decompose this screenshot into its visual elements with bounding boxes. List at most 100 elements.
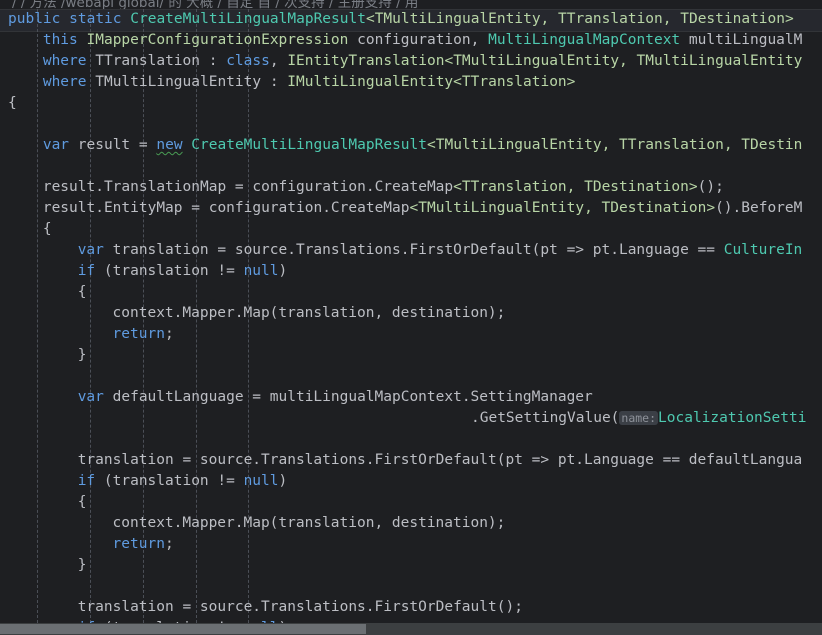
code-line[interactable]: {: [0, 492, 822, 513]
token: IMultiLingualEntity: [287, 74, 454, 90]
code-line[interactable]: var result = new CreateMultiLingualMapRe…: [0, 135, 822, 156]
code-line[interactable]: public static CreateMultiLingualMapResul…: [0, 9, 822, 32]
code-line-text: {: [0, 492, 87, 513]
clipped-comment-text: / / 方法 /webapi global/ 的 大概 / 自定 自 / 次支持…: [12, 0, 419, 9]
token: <: [453, 179, 462, 195]
editor-window: / / 方法 /webapi global/ 的 大概 / 自定 自 / 次支持…: [0, 0, 822, 635]
code-line[interactable]: context.Mapper.Map(translation, destinat…: [0, 303, 822, 324]
code-line[interactable]: return;: [0, 534, 822, 555]
code-line[interactable]: if (translation != null): [0, 471, 822, 492]
code-line[interactable]: [0, 114, 822, 135]
token: ): [278, 473, 288, 489]
code-line[interactable]: [0, 366, 822, 387]
token: TMultiLingualEntity, TMultiLingualEntity: [453, 53, 803, 69]
code-line[interactable]: translation = source.Translations.FirstO…: [0, 597, 822, 618]
code-line[interactable]: translation = source.Translations.FirstO…: [0, 450, 822, 471]
token: configuration,: [348, 32, 489, 48]
token: .GetSettingValue(: [471, 410, 620, 426]
code-line-text: {: [0, 93, 17, 114]
token: return: [112, 536, 165, 552]
token: CreateMultiLingualMapResult: [130, 11, 366, 27]
token: name:: [619, 411, 659, 425]
code-line[interactable]: .GetSettingValue(name: LocalizationSetti: [0, 408, 822, 429]
code-line[interactable]: var translation = source.Translations.Fi…: [0, 240, 822, 261]
token: <: [453, 74, 462, 90]
token: ;: [164, 536, 174, 552]
token: if: [78, 620, 95, 623]
code-line[interactable]: }: [0, 345, 822, 366]
token: CreateMultiLingualMapResult: [191, 137, 427, 153]
token: (translation !=: [95, 473, 244, 489]
code-line[interactable]: result.EntityMap = configuration.CreateM…: [0, 198, 822, 219]
code-line[interactable]: where TTranslation : class, IEntityTrans…: [0, 51, 822, 72]
token: {: [77, 284, 87, 300]
token: }: [77, 347, 87, 363]
token: }: [77, 557, 87, 573]
token: var: [77, 242, 104, 258]
code-line-text: var result = new CreateMultiLingualMapRe…: [0, 135, 803, 156]
code-line-text: if (translation != null): [0, 261, 288, 282]
code-line[interactable]: {: [0, 93, 822, 114]
token: this: [42, 32, 78, 48]
token: >: [566, 74, 576, 90]
token: var: [77, 389, 104, 405]
code-line-text: return;: [0, 534, 174, 555]
token: var: [42, 137, 70, 153]
code-viewport[interactable]: public static CreateMultiLingualMapResul…: [0, 9, 822, 623]
token: >: [785, 11, 794, 27]
code-line[interactable]: var defaultLanguage = multiLingualMapCon…: [0, 387, 822, 408]
token: >: [688, 179, 698, 195]
token: where: [42, 74, 87, 90]
code-line[interactable]: this IMapperConfigurationExpression conf…: [0, 30, 822, 51]
token: static: [69, 11, 122, 27]
code-line[interactable]: [0, 156, 822, 177]
token: where: [42, 53, 87, 69]
code-line-text: where TMultiLingualEntity : IMultiLingua…: [0, 72, 576, 93]
code-line-text: translation = source.Translations.FirstO…: [0, 450, 803, 471]
token: null: [244, 620, 279, 623]
token: TMultiLingualEntity, TDestination: [418, 200, 707, 216]
code-line[interactable]: where TMultiLingualEntity : IMultiLingua…: [0, 72, 822, 93]
clipped-comment-strip: / / 方法 /webapi global/ 的 大概 / 自定 自 / 次支持…: [0, 0, 822, 9]
code-line-text: where TTranslation : class, IEntityTrans…: [0, 51, 803, 72]
token: <: [365, 11, 375, 27]
code-line[interactable]: if (translation != null): [0, 261, 822, 282]
code-line[interactable]: {: [0, 219, 822, 240]
code-line-text: if (translation != null): [0, 471, 288, 492]
code-line[interactable]: result.TranslationMap = configuration.Cr…: [0, 177, 822, 198]
token: <: [444, 53, 454, 69]
code-line-text: if (translation != null): [0, 618, 288, 623]
code-line[interactable]: context.Mapper.Map(translation, destinat…: [0, 513, 822, 534]
token: ();: [697, 179, 724, 195]
token: defaultLanguage = multiLingualMapContext…: [103, 389, 593, 405]
code-line-text: .GetSettingValue(name: LocalizationSetti: [0, 408, 806, 429]
code-line[interactable]: [0, 429, 822, 450]
token: context.Mapper.Map(translation, destinat…: [112, 305, 506, 321]
code-line[interactable]: }: [0, 555, 822, 576]
code-line[interactable]: [0, 576, 822, 597]
token: LocalizationSetti: [658, 410, 807, 426]
code-line[interactable]: {: [0, 282, 822, 303]
code-line-text: public static CreateMultiLingualMapResul…: [0, 9, 794, 30]
horizontal-scrollbar-thumb[interactable]: [0, 624, 366, 634]
token: ;: [164, 326, 174, 342]
token: if: [77, 473, 96, 489]
token: IMapperConfigurationExpression: [86, 32, 349, 48]
token: translation = source.Translations.FirstO…: [103, 242, 724, 258]
token: class: [226, 53, 270, 69]
token: ,: [269, 53, 288, 69]
token: TMultiLingualEntity, TTranslation, TDest…: [374, 11, 785, 27]
code-line[interactable]: return;: [0, 324, 822, 345]
token: if: [77, 263, 96, 279]
token: <: [427, 137, 436, 153]
token: public: [8, 11, 61, 27]
horizontal-scrollbar-track[interactable]: [0, 623, 822, 635]
token: TTranslation: [461, 74, 567, 90]
code-line-text: {: [0, 219, 52, 240]
token: MultiLingualMapContext: [488, 32, 681, 48]
token: translation = source.Translations.FirstO…: [77, 599, 523, 615]
